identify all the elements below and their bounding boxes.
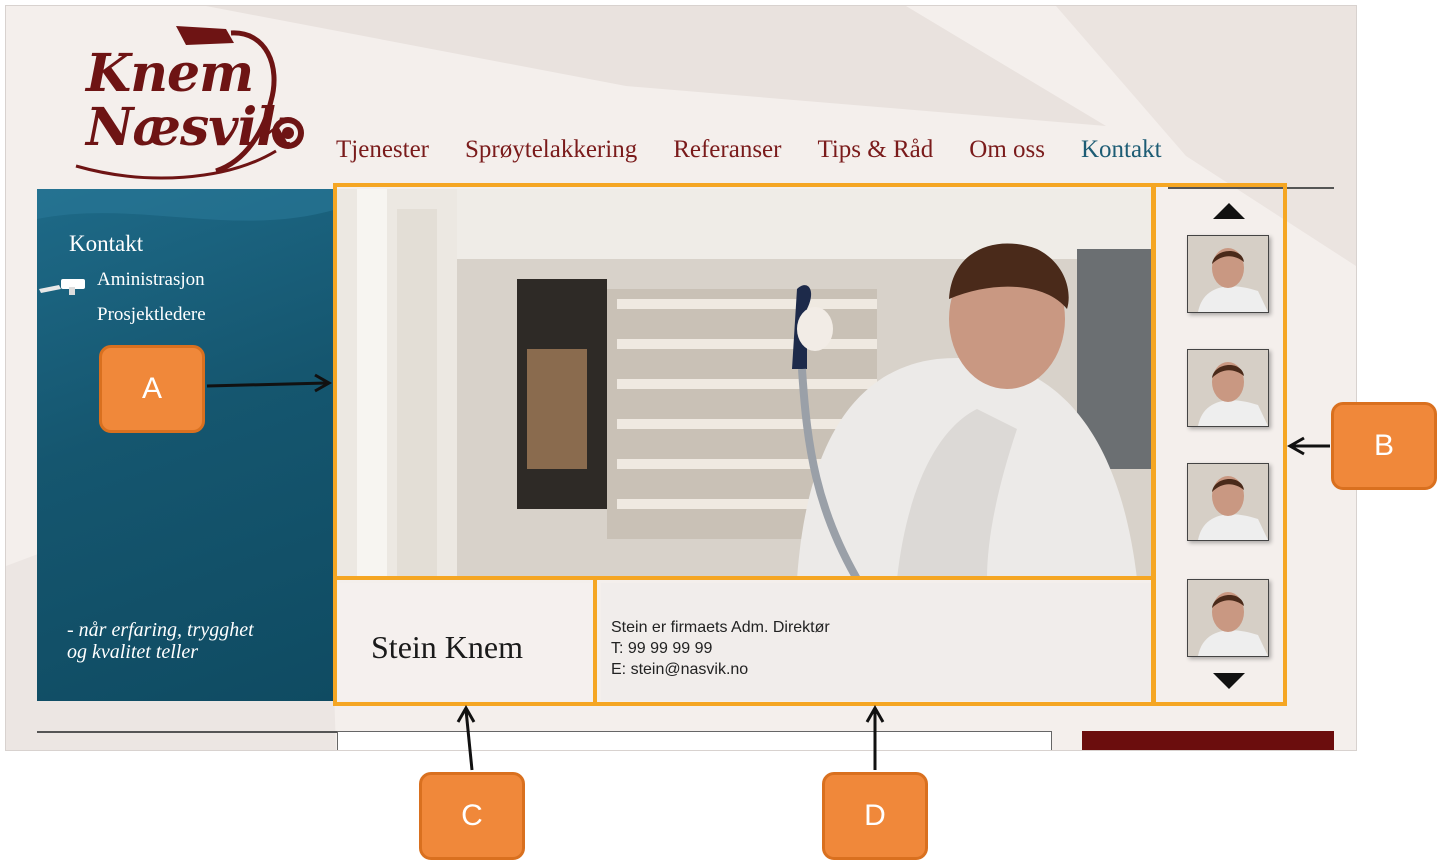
thumbnail-2[interactable] bbox=[1187, 349, 1269, 427]
profile-email[interactable]: E: stein@nasvik.no bbox=[611, 659, 830, 680]
sidebar: Kontakt Aministrasjon Prosjektledere - n… bbox=[37, 189, 337, 701]
sidebar-tagline: - når erfaring, trygghet og kvalitet tel… bbox=[67, 619, 254, 663]
thumbnail-4[interactable] bbox=[1187, 579, 1269, 657]
nav-item-referanser[interactable]: Referanser bbox=[673, 136, 781, 170]
thumbnail-strip bbox=[1157, 189, 1285, 701]
profile-phone: T: 99 99 99 99 bbox=[611, 640, 713, 657]
main-navigation: Tjenester Sprøytelakkering Referanser Ti… bbox=[336, 136, 1198, 170]
thumbnail-1[interactable] bbox=[1187, 235, 1269, 313]
sidebar-title: Kontakt bbox=[69, 231, 144, 256]
main-photo bbox=[337, 189, 1153, 579]
callout-d: D bbox=[822, 772, 928, 860]
triangle-up-icon[interactable] bbox=[1213, 203, 1245, 219]
nav-item-om-oss[interactable]: Om oss bbox=[969, 136, 1045, 170]
profile-name-panel: Stein Knem bbox=[337, 583, 597, 701]
website-frame: Knem Næsvik Tjenester Sprøytelakkering R… bbox=[5, 5, 1357, 751]
nav-item-tips-rad[interactable]: Tips & Råd bbox=[817, 136, 933, 170]
profile-info: Stein er firmaets Adm. Direktør T: 99 99… bbox=[611, 617, 830, 680]
profile-name: Stein Knem bbox=[371, 629, 523, 665]
callout-a: A bbox=[99, 345, 205, 433]
triangle-down-icon[interactable] bbox=[1213, 673, 1245, 689]
spray-gun-icon bbox=[39, 279, 85, 295]
nav-item-sproytelakkering[interactable]: Sprøytelakkering bbox=[465, 136, 637, 170]
tagline-line-2: og kvalitet teller bbox=[67, 641, 199, 663]
bottom-red-block bbox=[1082, 731, 1334, 750]
callout-b: B bbox=[1331, 402, 1437, 490]
logo-line-2: Næsvik bbox=[86, 97, 292, 158]
nav-item-kontakt[interactable]: Kontakt bbox=[1081, 136, 1162, 170]
nav-item-tjenester[interactable]: Tjenester bbox=[336, 136, 429, 170]
logo-line-1: Knem bbox=[86, 43, 254, 104]
thumbnail-3[interactable] bbox=[1187, 463, 1269, 541]
sidebar-item-aministrasjon[interactable]: Aministrasjon bbox=[97, 269, 205, 291]
sidebar-item-prosjektledere[interactable]: Prosjektledere bbox=[97, 304, 206, 326]
profile-info-panel: Stein er firmaets Adm. Direktør T: 99 99… bbox=[601, 583, 1153, 701]
bottom-divider bbox=[37, 731, 337, 733]
company-logo[interactable]: Knem Næsvik bbox=[66, 21, 316, 186]
callout-c: C bbox=[419, 772, 525, 860]
profile-role: Stein er firmaets Adm. Direktør bbox=[611, 619, 830, 636]
tagline-line-1: - når erfaring, trygghet bbox=[67, 619, 254, 641]
bottom-content-box bbox=[337, 731, 1052, 750]
